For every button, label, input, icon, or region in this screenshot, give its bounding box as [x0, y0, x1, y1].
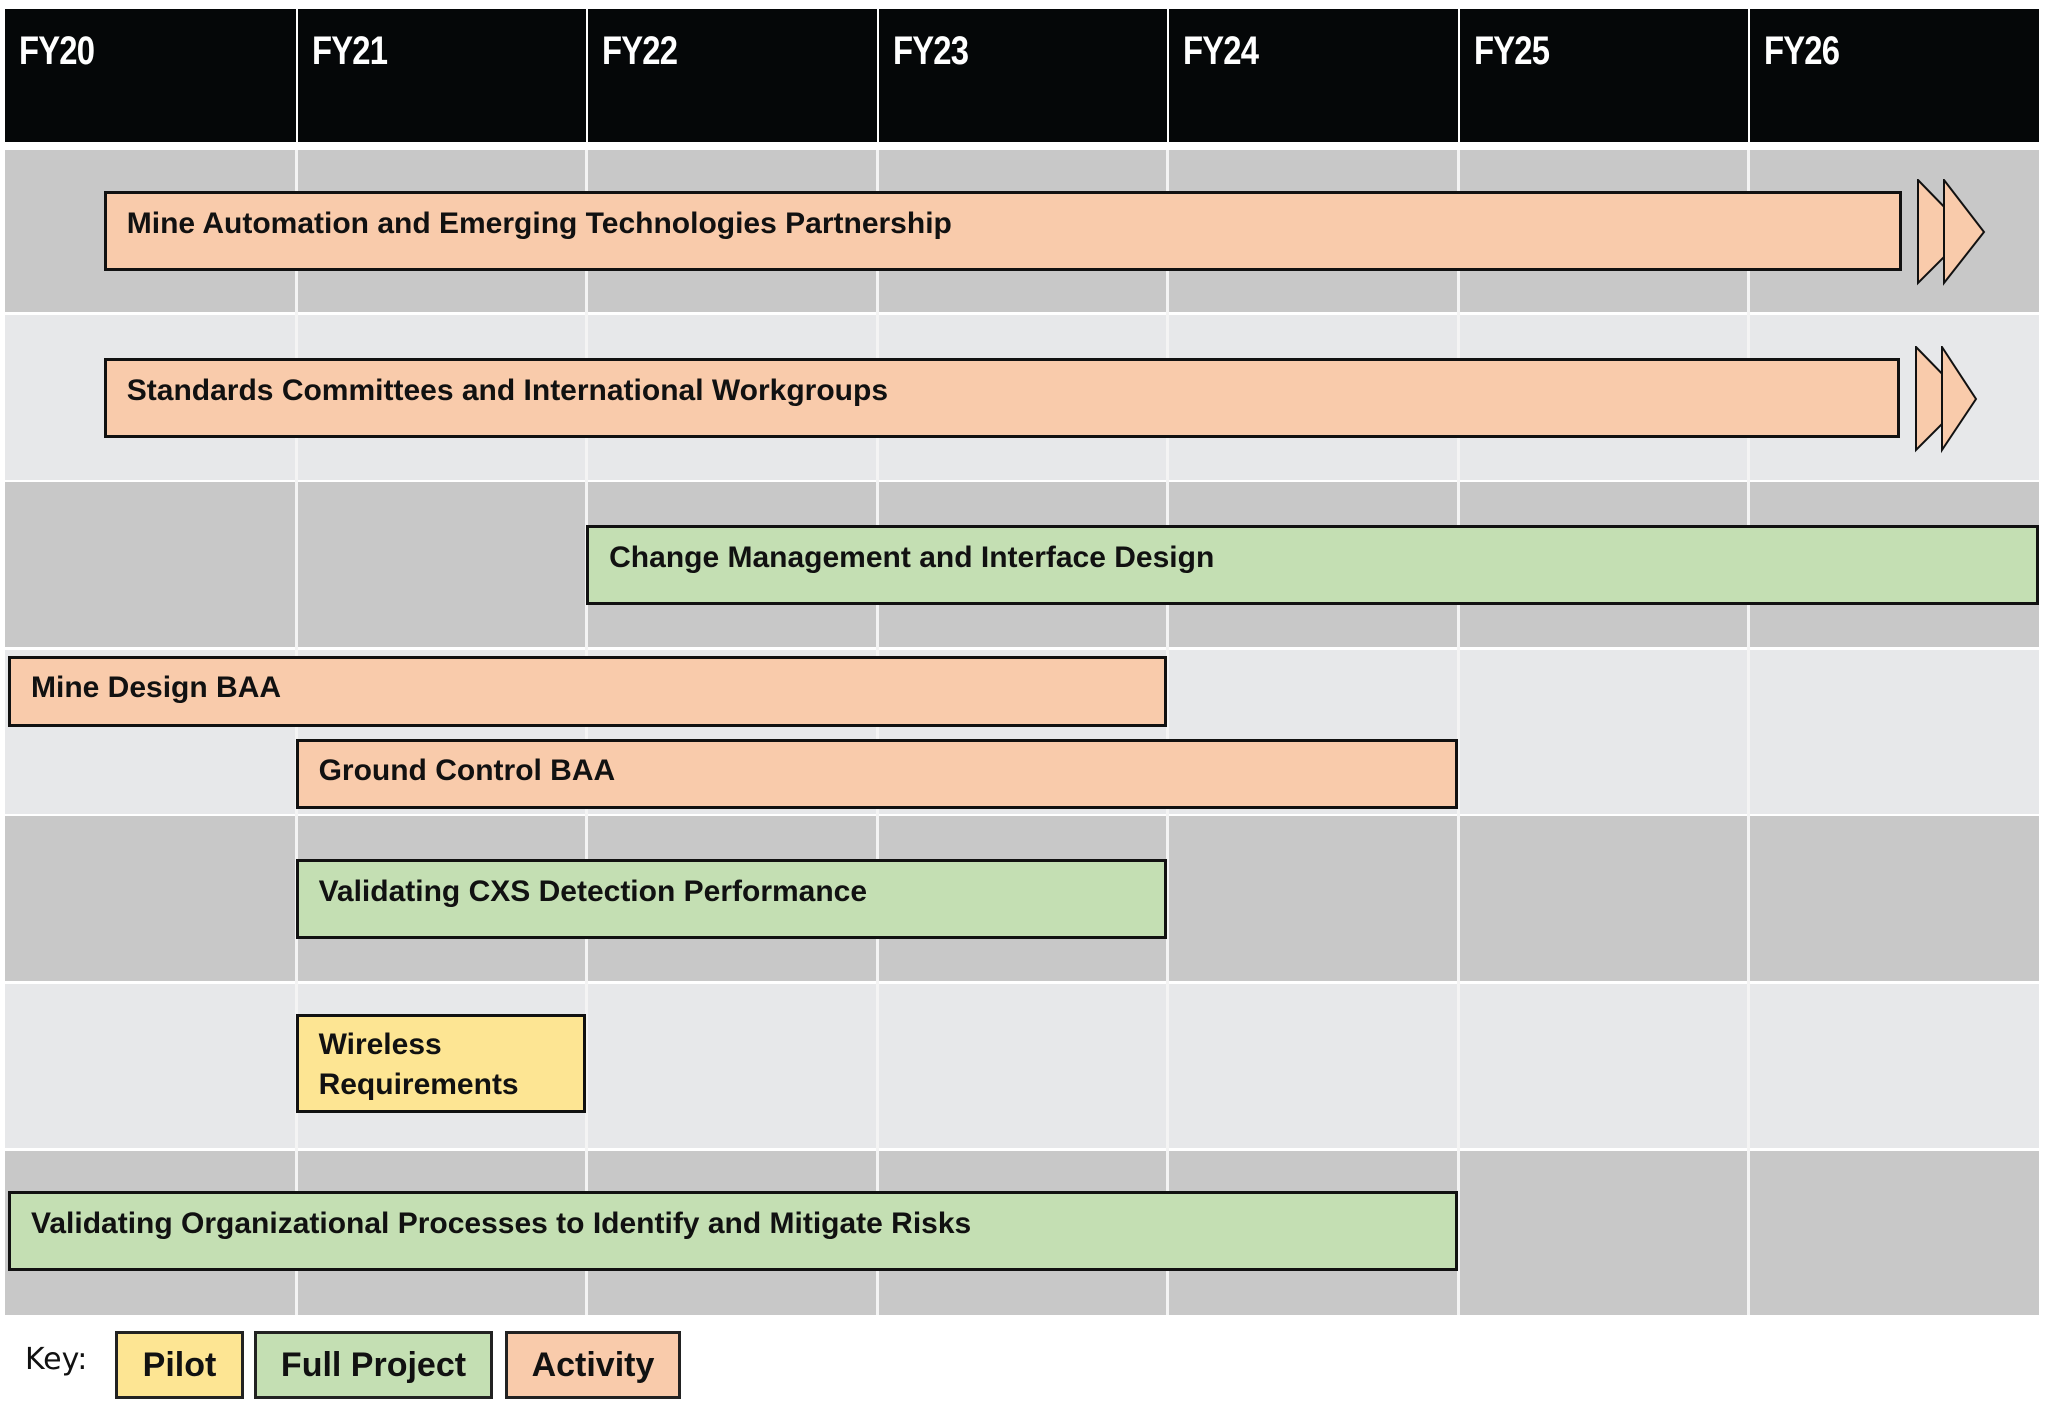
legend-item-activity: Activity — [505, 1331, 681, 1399]
task-label: Mine Design BAA — [31, 671, 282, 704]
gantt-chart: FY20 FY21 FY22 FY23 FY24 FY25 FY26 Mine Automat… — [0, 0, 2048, 1407]
gridline-vertical — [1747, 150, 1751, 1315]
legend-item-full-project: Full Project — [254, 1331, 493, 1399]
task-bar: Validating Organizational Processes to I… — [8, 1191, 1458, 1271]
continuation-arrow-icon — [1917, 179, 1986, 286]
arrow-chevron — [1943, 179, 1986, 286]
legend-item-pilot: Pilot — [115, 1331, 244, 1399]
gridline-vertical — [585, 150, 589, 1315]
task-label: Wireless Requirements — [318, 1027, 519, 1101]
header-label: FY22 — [602, 29, 678, 73]
task-label: Change Management and Interface Design — [609, 540, 1215, 574]
task-label: Validating CXS Detection Performance — [318, 874, 868, 908]
legend-title: Key: — [25, 1342, 88, 1377]
task-label: Ground Control BAA — [318, 754, 616, 787]
task-bar: Wireless Requirements — [295, 1013, 587, 1113]
header-label: FY20 — [19, 29, 95, 73]
task-label: Mine Automation and Emerging Technologie… — [126, 207, 952, 240]
header-cell-fy23: FY23 — [878, 9, 1168, 142]
continuation-arrow-icon — [1914, 345, 1977, 453]
header-label: FY23 — [892, 29, 969, 73]
header-cell-fy25: FY25 — [1459, 9, 1749, 142]
header-cell-fy20: FY20 — [5, 9, 296, 142]
arrow-chevron — [1940, 345, 1977, 453]
header-cell-fy24: FY24 — [1169, 9, 1458, 142]
header-cell-fy22: FY22 — [588, 9, 877, 142]
gridline-vertical — [1166, 150, 1170, 1315]
header-label: FY24 — [1183, 29, 1259, 73]
gridline-vertical — [875, 150, 879, 1315]
gridline-vertical — [294, 150, 298, 1315]
task-bar: Mine Automation and Emerging Technologie… — [103, 191, 1903, 271]
header-label: FY26 — [1764, 29, 1840, 73]
header-cell-fy21: FY21 — [297, 9, 587, 142]
task-bar: Change Management and Interface Design — [586, 524, 2039, 605]
task-bar: Validating CXS Detection Performance — [295, 858, 1168, 939]
header-label: FY25 — [1473, 29, 1550, 73]
task-bar: Ground Control BAA — [295, 739, 1458, 809]
task-label: Validating Organizational Processes to I… — [31, 1207, 972, 1240]
header-label: FY21 — [311, 29, 388, 73]
gridline-vertical — [1456, 150, 1460, 1315]
task-bar: Standards Committees and International W… — [103, 357, 1900, 438]
header-cell-fy26: FY26 — [1750, 9, 2039, 142]
task-bar: Mine Design BAA — [8, 656, 1168, 727]
task-label: Standards Committees and International W… — [126, 373, 889, 407]
